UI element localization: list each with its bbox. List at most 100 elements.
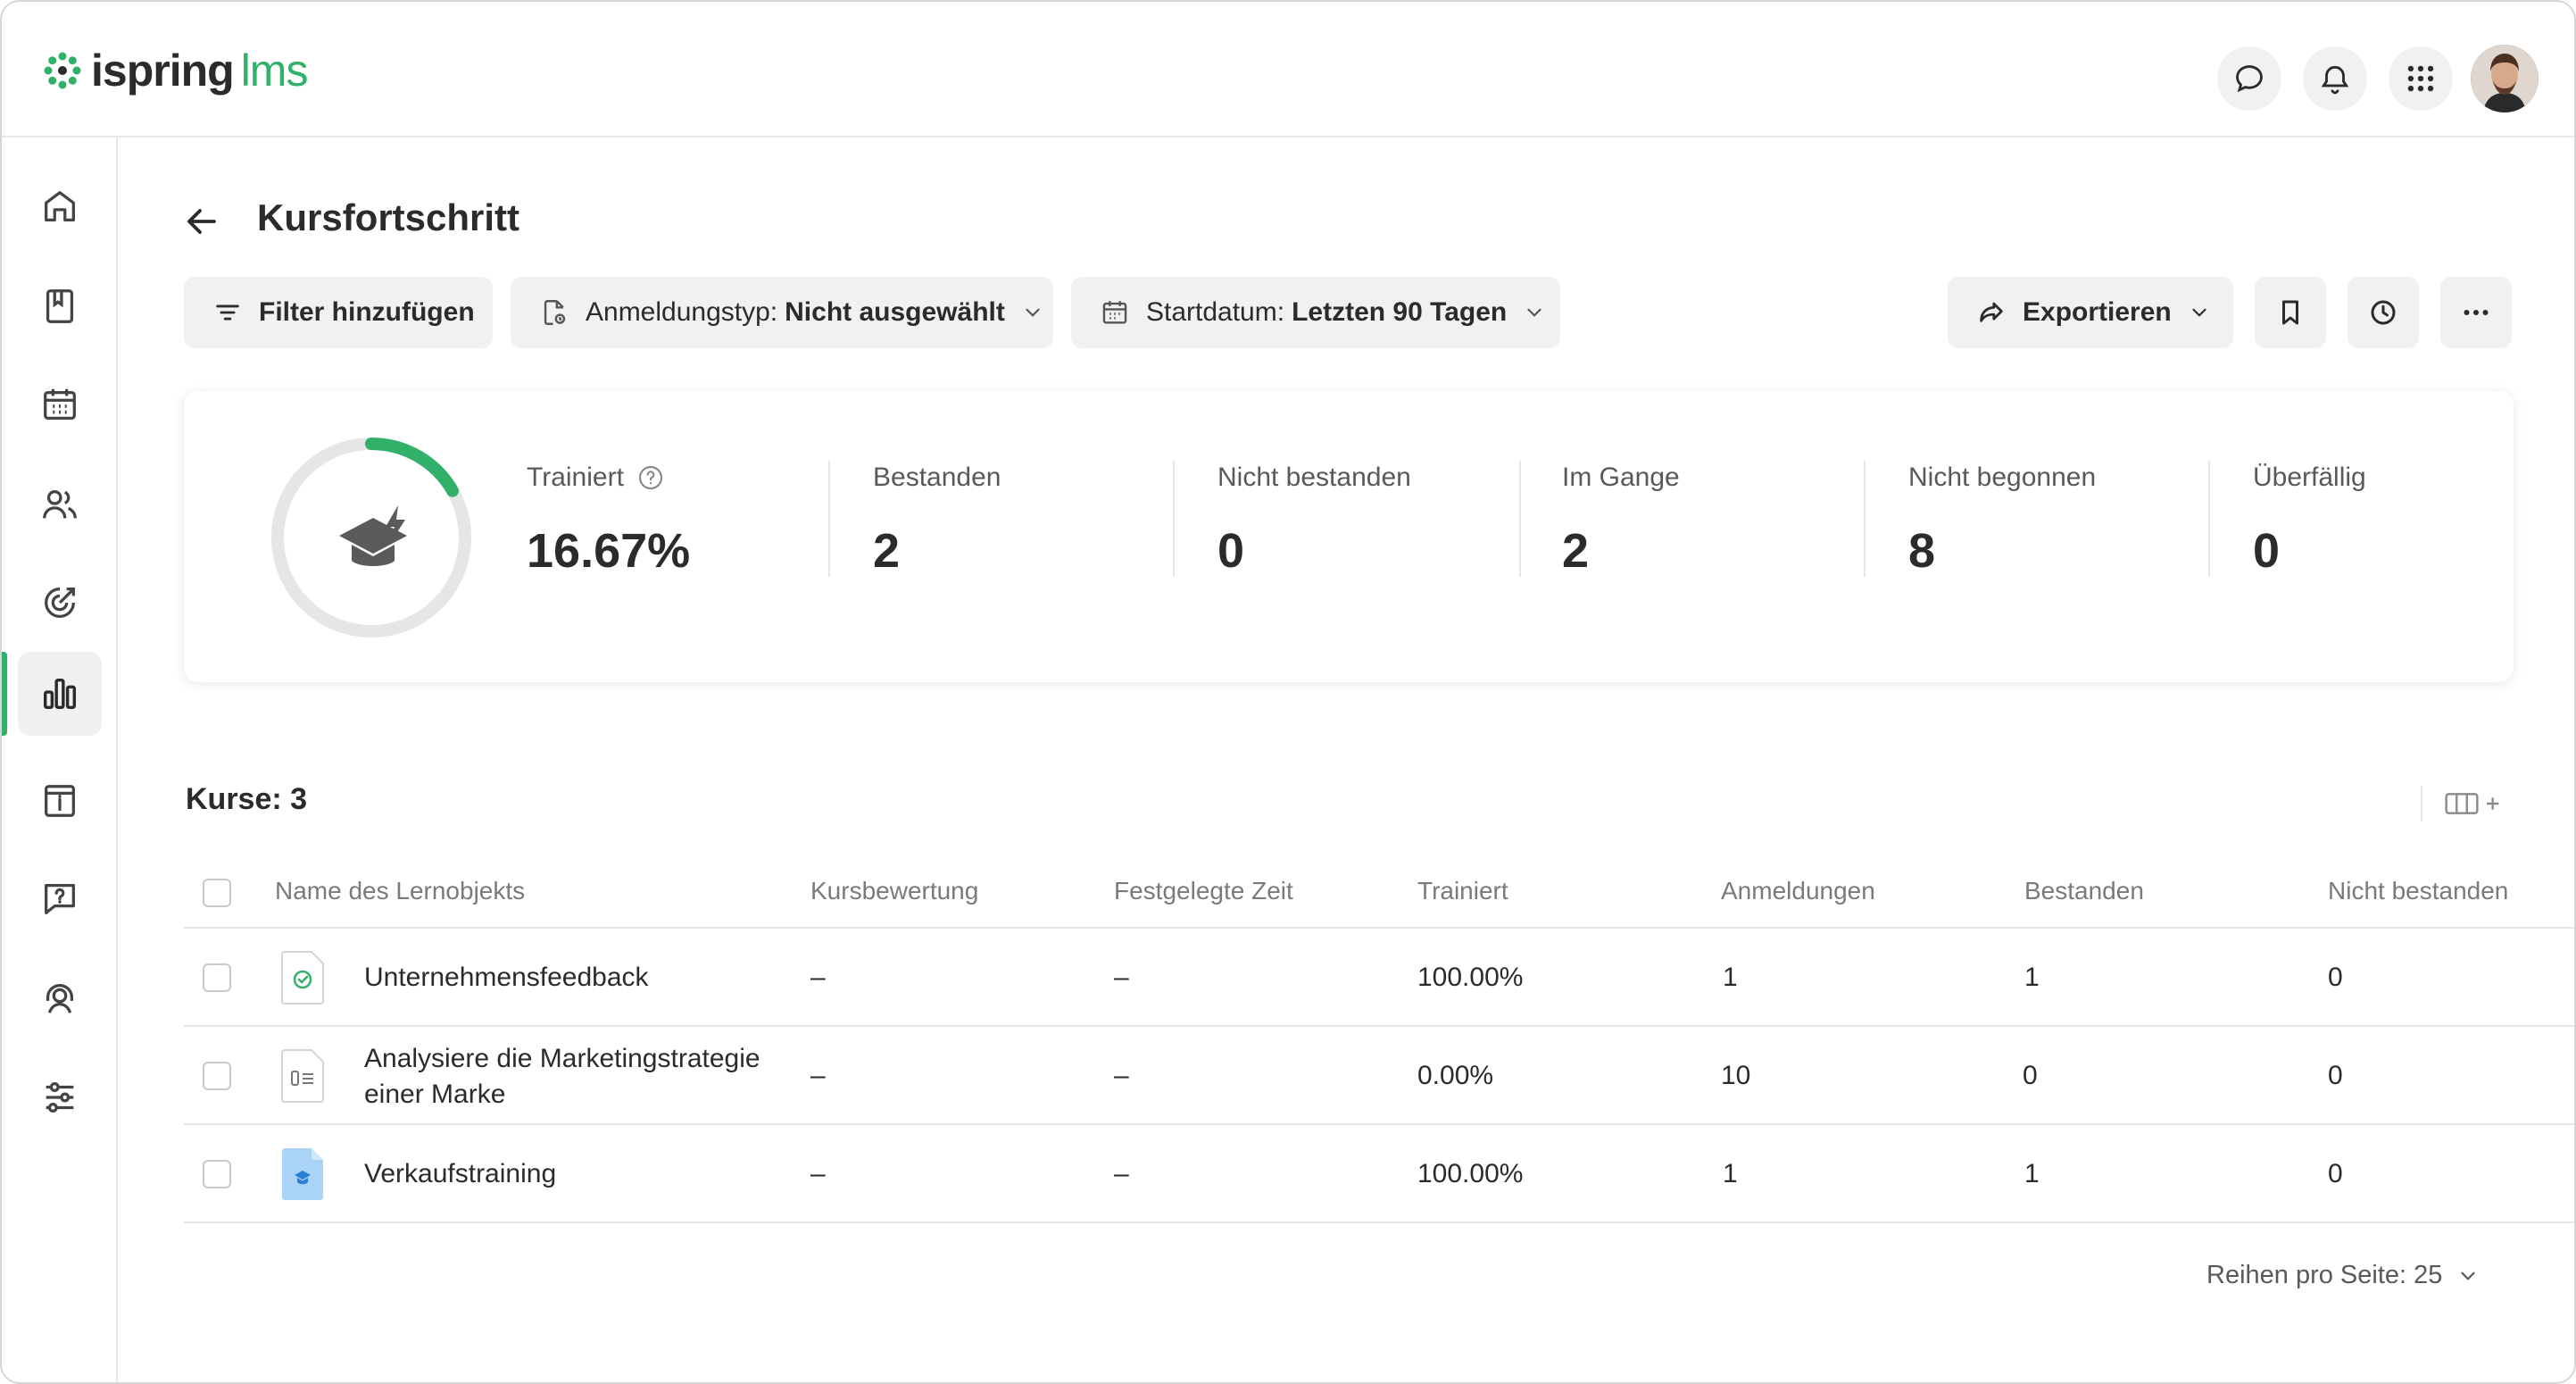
sidebar-item-reports[interactable] [18, 652, 102, 736]
calendar-small-icon [1102, 301, 1127, 324]
stat-label: Überfällig [2253, 463, 2366, 492]
stat-in-progress: Im Gange 2 [1562, 463, 1680, 623]
stat-label: Im Gange [1562, 463, 1680, 492]
sidebar-item-support[interactable] [18, 955, 102, 1039]
top-bar: ispring lms [2, 2, 2574, 138]
registration-type-value: Nicht ausgewählt [785, 297, 1005, 327]
column-header-enrollments[interactable]: Anmeldungen [1721, 877, 1875, 905]
course-name[interactable]: Verkaufstraining [364, 1159, 556, 1189]
column-header-rating[interactable]: Kursbewertung [810, 877, 978, 905]
course-enrollments: 1 [1723, 1159, 1738, 1188]
sidebar-item-library[interactable] [18, 264, 102, 348]
row-checkbox[interactable] [203, 963, 231, 992]
export-button[interactable]: Exportieren [1948, 277, 2233, 348]
sliders-icon [46, 1082, 74, 1113]
course-failed: 0 [2328, 1061, 2343, 1090]
add-filter-button[interactable]: Filter hinzufügen [184, 277, 493, 348]
chevron-down-icon [1527, 308, 1541, 317]
table-divider [184, 927, 2574, 929]
column-settings-button[interactable] [2421, 786, 2501, 821]
help-icon[interactable] [636, 463, 665, 492]
course-rating: – [810, 1159, 826, 1188]
course-trained: 100.00% [1417, 1159, 1524, 1188]
stat-value: 2 [1562, 524, 1590, 578]
history-button[interactable] [2347, 277, 2419, 348]
add-filter-label: Filter hinzufügen [259, 297, 475, 327]
chat-button[interactable] [2217, 46, 2281, 111]
bookmark-icon [2282, 300, 2298, 325]
logo-product: lms [240, 46, 309, 96]
divider [2421, 786, 2422, 821]
home-icon [45, 191, 75, 221]
trained-progress-ring [271, 438, 471, 638]
sidebar-item-questions[interactable] [18, 857, 102, 941]
chevron-down-icon [2461, 1271, 2475, 1280]
sidebar-item-settings[interactable] [18, 1055, 102, 1139]
chat-icon [2236, 65, 2263, 93]
course-name[interactable]: Unternehmensfeedback [364, 963, 649, 993]
course-time: – [1114, 1159, 1129, 1188]
stat-divider [2208, 461, 2210, 577]
back-arrow-icon[interactable] [180, 200, 223, 243]
row-checkbox[interactable] [203, 1062, 231, 1090]
column-header-time[interactable]: Festgelegte Zeit [1114, 877, 1293, 905]
stat-value: 8 [1908, 524, 1936, 578]
chevron-down-icon [1026, 308, 1040, 317]
stat-label: Nicht bestanden [1217, 463, 1411, 492]
column-header-failed[interactable]: Nicht bestanden [2328, 877, 2508, 905]
sidebar-item-users[interactable] [18, 463, 102, 546]
stat-label: Trainiert [527, 463, 624, 492]
bell-icon [2321, 65, 2349, 95]
course-time: – [1114, 1061, 1129, 1090]
filter-icon [216, 304, 239, 321]
sidebar-item-home[interactable] [18, 164, 102, 248]
columns-add-icon [2445, 793, 2499, 814]
bookmark-button[interactable] [2255, 277, 2326, 348]
stat-divider [1173, 461, 1175, 577]
notifications-button[interactable] [2303, 46, 2367, 111]
registration-type-dropdown[interactable]: Anmeldungstyp: Nicht ausgewählt [511, 277, 1053, 348]
ispring-logo[interactable]: ispring lms [43, 46, 309, 96]
apps-button[interactable] [2389, 46, 2453, 111]
start-date-value: Letzten 90 Tagen [1292, 297, 1508, 327]
sidebar-item-goals[interactable] [18, 561, 102, 645]
calendar-icon [44, 388, 76, 420]
sidebar [2, 138, 118, 1382]
course-trained: 100.00% [1417, 963, 1524, 992]
stat-overdue: Überfällig 0 [2253, 463, 2366, 623]
column-header-passed[interactable]: Bestanden [2024, 877, 2144, 905]
row-checkbox[interactable] [203, 1160, 231, 1188]
user-avatar[interactable] [2471, 45, 2539, 113]
stat-value: 16.67% [527, 524, 691, 578]
course-failed: 0 [2328, 963, 2343, 992]
course-enrollments: 10 [1721, 1061, 1751, 1090]
export-label: Exportieren [2023, 297, 2172, 327]
start-date-label: Startdatum: [1146, 297, 1285, 327]
rows-per-page-label: Reihen pro Seite: 25 [2206, 1261, 2443, 1289]
sidebar-item-info[interactable] [18, 759, 102, 843]
page-title: Kursfortschritt [257, 196, 520, 238]
course-passed: 1 [2024, 963, 2040, 992]
logo-flower-icon [44, 52, 81, 89]
target-icon [45, 588, 75, 618]
sidebar-item-calendar[interactable] [18, 363, 102, 446]
graduation-cap-icon [339, 505, 407, 566]
course-enrollments: 1 [1723, 963, 1738, 992]
rows-per-page-select[interactable]: Reihen pro Seite: 25 [2206, 1261, 2480, 1290]
registration-type-icon [544, 300, 566, 325]
column-header-name[interactable]: Name des Lernobjekts [275, 877, 525, 905]
stat-label: Nicht begonnen [1908, 463, 2097, 492]
more-horizontal-icon [2464, 310, 2489, 315]
more-options-button[interactable] [2440, 277, 2512, 348]
question-chat-icon [45, 884, 75, 914]
stat-not-started: Nicht begonnen 8 [1908, 463, 2096, 623]
table-divider [184, 1123, 2574, 1125]
column-header-trained[interactable]: Trainiert [1417, 877, 1508, 905]
start-date-dropdown[interactable]: Startdatum: Letzten 90 Tagen [1071, 277, 1560, 348]
course-name[interactable]: Analysiere die Marketingstrategie einer … [364, 1041, 793, 1113]
bar-chart-icon [43, 678, 77, 710]
stat-value: 0 [1217, 524, 1245, 578]
course-doc-icon [282, 1148, 323, 1200]
course-time: – [1114, 963, 1129, 992]
select-all-checkbox[interactable] [203, 879, 231, 907]
